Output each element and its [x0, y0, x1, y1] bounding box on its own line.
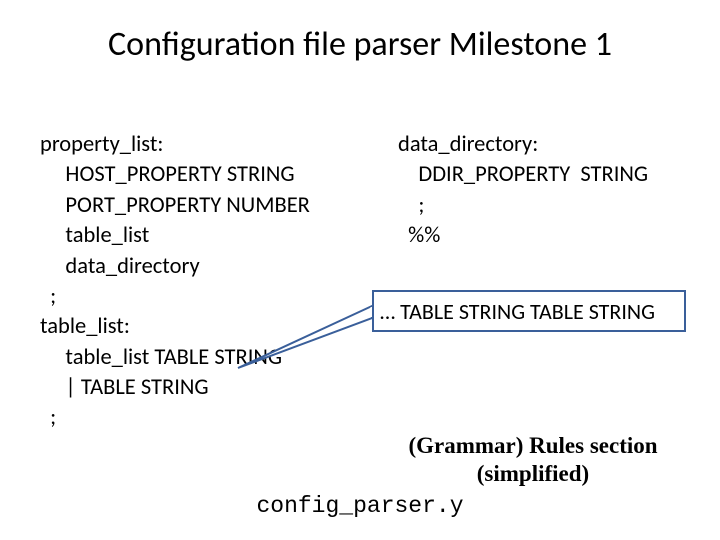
code-line: table_list — [40, 222, 149, 249]
slide-title: Configuration file parser Milestone 1 — [0, 24, 720, 65]
code-line: table_list TABLE STRING — [40, 344, 282, 371]
right-column: data_directory: DDIR_PROPERTY STRING ; %… — [398, 130, 648, 252]
left-column: property_list: HOST_PROPERTY STRING PORT… — [40, 130, 310, 434]
code-line: data_directory — [40, 253, 200, 280]
code-line: data_directory: — [398, 131, 538, 158]
code-line: ; — [40, 283, 56, 310]
code-line: PORT_PROPERTY NUMBER — [40, 192, 310, 219]
code-line: property_list: — [40, 131, 163, 158]
caption-line: (Grammar) Rules section — [408, 433, 657, 458]
code-line: DDIR_PROPERTY STRING — [398, 161, 648, 188]
code-line: ; — [398, 192, 424, 219]
code-line: table_list: — [40, 313, 130, 340]
code-line: HOST_PROPERTY STRING — [40, 161, 295, 188]
code-line: | TABLE STRING — [40, 374, 209, 401]
code-line: %% — [398, 222, 440, 249]
caption-line: (simplified) — [477, 461, 589, 486]
code-line: ; — [40, 404, 56, 431]
filename-label: config_parser.y — [0, 493, 720, 519]
callout-box: … TABLE STRING TABLE STRING — [372, 290, 686, 332]
callout-text: … TABLE STRING TABLE STRING — [380, 298, 655, 325]
slide: Configuration file parser Milestone 1 pr… — [0, 0, 720, 540]
caption: (Grammar) Rules section (simplified) — [378, 432, 688, 487]
